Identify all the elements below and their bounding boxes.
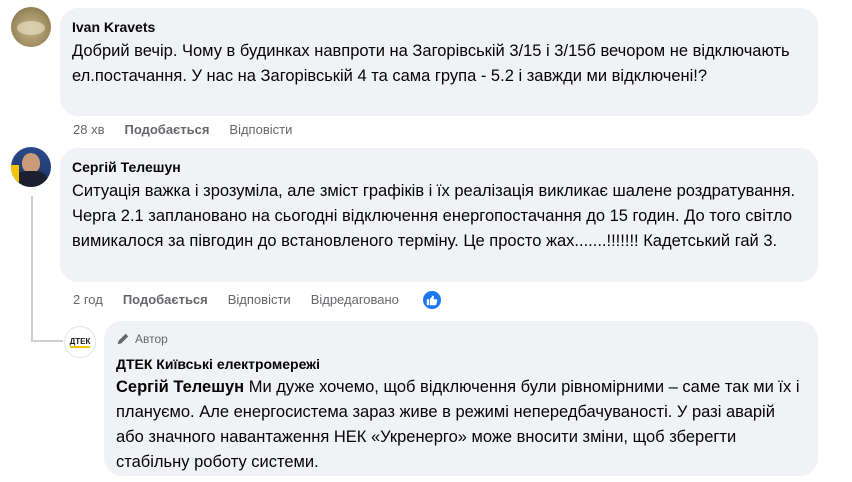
avatar-image (15, 171, 47, 187)
like-button[interactable]: Подобається (123, 292, 208, 308)
edited-label[interactable]: Відредаговано (311, 292, 399, 308)
mention-link[interactable]: Сергій Телешун (116, 378, 244, 396)
comment-bubble: Сергій Телешун Ситуація важка і зрозуміл… (60, 148, 818, 282)
thread-line (31, 196, 33, 342)
comment-author[interactable]: Ivan Kravets (72, 18, 806, 36)
author-badge-label: Автор (135, 332, 168, 346)
comment-time[interactable]: 2 год (73, 292, 103, 308)
pencil-icon (117, 333, 129, 345)
comment-time[interactable]: 28 хв (73, 122, 104, 138)
comment-text: Добрий вечір. Чому в будинках навпроти н… (72, 42, 790, 85)
author-badge: Автор (116, 331, 806, 347)
reply-bubble: Автор ДТЕК Київські електромережі Сергій… (104, 321, 818, 476)
thumbs-up-icon (426, 295, 438, 306)
avatar[interactable] (11, 147, 51, 187)
like-button[interactable]: Подобається (124, 122, 209, 138)
comment-actions: 28 хв Подобається Відповісти (73, 122, 312, 138)
reply-button[interactable]: Відповісти (229, 122, 292, 138)
comment-actions: 2 год Подобається Відповісти Відредагова… (73, 289, 443, 311)
avatar[interactable] (11, 7, 51, 47)
thread-line-branch (31, 340, 63, 342)
reply-author[interactable]: ДТЕК Київські електромережі (116, 355, 806, 373)
comment-text: Ситуація важка і зрозуміла, але зміст гр… (72, 182, 796, 250)
like-reaction-icon[interactable] (420, 289, 443, 311)
dtek-avatar[interactable]: ДТЕК (64, 326, 96, 358)
comment-author[interactable]: Сергій Телешун (72, 158, 806, 176)
avatar-image (11, 165, 19, 187)
dtek-logo-text: ДТЕК (69, 336, 91, 348)
reply-text: Сергій Телешун Ми дуже хочемо, щоб відкл… (116, 375, 806, 475)
comment-bubble: Ivan Kravets Добрий вечір. Чому в будинк… (60, 8, 818, 116)
avatar-image (17, 21, 45, 35)
avatar-image (22, 153, 40, 173)
reply-button[interactable]: Відповісти (228, 292, 291, 308)
